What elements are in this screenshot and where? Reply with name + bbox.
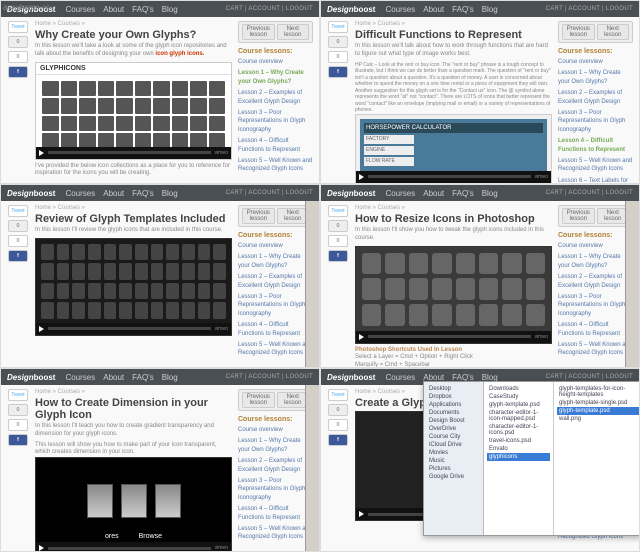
finder-loc[interactable]: OverDrive bbox=[427, 425, 480, 433]
gplus-button[interactable]: 0 bbox=[8, 51, 28, 63]
finder-loc[interactable]: Dropbox bbox=[427, 393, 480, 401]
play-icon[interactable] bbox=[39, 150, 44, 156]
prev-next: Previous lessonNext lesson bbox=[238, 21, 313, 43]
box-icon bbox=[87, 484, 113, 518]
prev-lesson[interactable]: Previous lesson bbox=[242, 24, 275, 40]
body-note: HP Calc – Look at the rent or buy icon. … bbox=[355, 62, 552, 114]
lesson-link[interactable]: Lesson 3 – Poor Representations in Glyph… bbox=[238, 109, 313, 134]
ps-toolbar[interactable] bbox=[305, 201, 319, 367]
watermark: avaxhome.cc bbox=[3, 3, 50, 12]
finder-col-1: Downloads CaseStudy glyph-template.psd c… bbox=[484, 382, 554, 535]
nav-blog[interactable]: Blog bbox=[162, 5, 178, 14]
finder-loc[interactable]: Music bbox=[427, 457, 480, 465]
finder-col-2: glyph-templates-for-icon-height-template… bbox=[554, 382, 640, 535]
ps-toolbar[interactable] bbox=[305, 385, 319, 551]
glyph-grid bbox=[36, 75, 231, 155]
tweet-count: 0 bbox=[8, 36, 28, 48]
ps-icon-grid bbox=[356, 247, 551, 332]
lesson-link[interactable]: Lesson 1 – Why Create your Own Glyphs? bbox=[238, 69, 313, 86]
page-title: How to Resize Icons in Photoshop bbox=[355, 213, 552, 225]
panel-difficult: Designboost CoursesAboutFAQ'sBlog CART |… bbox=[320, 0, 640, 184]
fb-button[interactable]: f bbox=[8, 66, 28, 78]
product-boxes: oresBrowse bbox=[36, 458, 231, 543]
lesson-link[interactable]: Lesson 5 – Well Known and Recognized Gly… bbox=[238, 157, 313, 174]
subtitle: In this lesson we'll take a look at some… bbox=[35, 43, 232, 59]
lesson-sidebar: Previous lessonNext lesson Course lesson… bbox=[238, 21, 313, 178]
finder-item[interactable]: wall.png bbox=[557, 415, 639, 423]
finder-item-selected[interactable]: glyphicons bbox=[487, 453, 550, 461]
video-player[interactable]: oresBrowse vimeo bbox=[35, 457, 232, 552]
nav-courses[interactable]: Courses bbox=[65, 5, 95, 14]
tweet-button[interactable]: Tweet bbox=[8, 21, 28, 33]
finder-loc[interactable]: Course City bbox=[427, 433, 480, 441]
video-player[interactable]: GLYPHICONS vimeo bbox=[35, 62, 232, 160]
finder-loc[interactable]: Applications bbox=[427, 401, 480, 409]
logo[interactable]: Designboost bbox=[327, 5, 375, 14]
finder-item[interactable]: glyph-template.psd bbox=[487, 401, 550, 409]
ps-toolbar[interactable] bbox=[625, 201, 639, 367]
share-col: Tweet 0 0 f bbox=[7, 21, 29, 178]
video-controls[interactable]: vimeo bbox=[36, 147, 231, 159]
finder-window[interactable]: Desktop Dropbox Applications Documents D… bbox=[423, 381, 640, 536]
finder-item[interactable]: Envato bbox=[487, 445, 550, 453]
finder-item[interactable]: glyph-template-single.psd bbox=[557, 399, 639, 407]
panel-templates: Designboost CoursesAboutFAQ'sBlog CART |… bbox=[0, 184, 320, 368]
main-nav: Courses About FAQ's Blog bbox=[65, 5, 177, 14]
body-note: I've provided the below icon collections… bbox=[35, 163, 232, 179]
video-player[interactable]: vimeo bbox=[355, 246, 552, 344]
lessons-heading: Course lessons: bbox=[238, 48, 313, 55]
finder-item-selected[interactable]: glyph-template.psd bbox=[557, 407, 639, 415]
finder-item[interactable]: character-editor-1-icons.psd bbox=[487, 423, 550, 437]
account-nav[interactable]: CART | ACCOUNT | LOGOUT bbox=[226, 6, 313, 12]
lesson-link[interactable]: Course overview bbox=[238, 58, 313, 66]
page-title: Why Create your Own Glyphs? bbox=[35, 29, 232, 41]
nav-about[interactable]: About bbox=[103, 5, 124, 14]
next-lesson[interactable]: Next lesson bbox=[277, 24, 310, 40]
finder-loc[interactable]: Documents bbox=[427, 409, 480, 417]
finder-loc[interactable]: iCloud Drive bbox=[427, 441, 480, 449]
finder-item[interactable]: glyph-templates-for-icon-height-template… bbox=[557, 385, 639, 399]
box-icon bbox=[155, 484, 181, 518]
panel-create: Designboost CoursesAboutFAQ'sBlog CART |… bbox=[320, 368, 640, 552]
finder-loc[interactable]: Google Drive bbox=[427, 473, 480, 481]
panel-glyphs: avaxhome.cc Designboost Courses About FA… bbox=[0, 0, 320, 184]
breadcrumb[interactable]: Home » Courses » bbox=[35, 21, 232, 27]
finder-item[interactable]: CaseStudy bbox=[487, 393, 550, 401]
video-player[interactable]: HORSEPOWER CALCULATOR FACTORY ENGINE FLO… bbox=[355, 114, 552, 184]
box-icon bbox=[121, 484, 147, 518]
finder-sidebar: Desktop Dropbox Applications Documents D… bbox=[424, 382, 484, 535]
finder-item[interactable]: Downloads bbox=[487, 385, 550, 393]
thumbnail-grid: avaxhome.cc Designboost Courses About FA… bbox=[0, 0, 640, 552]
lesson-link[interactable]: Lesson 2 – Examples of Excellent Glyph D… bbox=[238, 89, 313, 106]
finder-loc[interactable]: Desktop bbox=[427, 385, 480, 393]
finder-loc[interactable]: Pictures bbox=[427, 465, 480, 473]
finder-item[interactable]: travel-icons.psd bbox=[487, 437, 550, 445]
page-title: How to Create Dimension in your Glyph Ic… bbox=[35, 397, 232, 421]
finder-loc[interactable]: Design Boost bbox=[427, 417, 480, 425]
dark-icon-grid bbox=[36, 239, 231, 324]
panel-resize: Designboost CoursesAboutFAQ'sBlog CART |… bbox=[320, 184, 640, 368]
topbar: Designboost CoursesAboutFAQ'sBlog CART |… bbox=[321, 1, 639, 17]
page-title: Difficult Functions to Represent bbox=[355, 29, 552, 41]
finder-item[interactable]: character-editor-1-icon-mapped.psd bbox=[487, 409, 550, 423]
finder-loc[interactable]: Movies bbox=[427, 449, 480, 457]
nav-faqs[interactable]: FAQ's bbox=[132, 5, 154, 14]
video-player[interactable]: vimeo bbox=[35, 238, 232, 336]
lesson-link[interactable]: Lesson 4 – Difficult Functions to Repres… bbox=[238, 137, 313, 154]
page-title: Review of Glyph Templates Included bbox=[35, 213, 232, 225]
panel-dimension: Designboost CoursesAboutFAQ'sBlog CART |… bbox=[0, 368, 320, 552]
glyph-header: GLYPHICONS bbox=[36, 63, 231, 75]
